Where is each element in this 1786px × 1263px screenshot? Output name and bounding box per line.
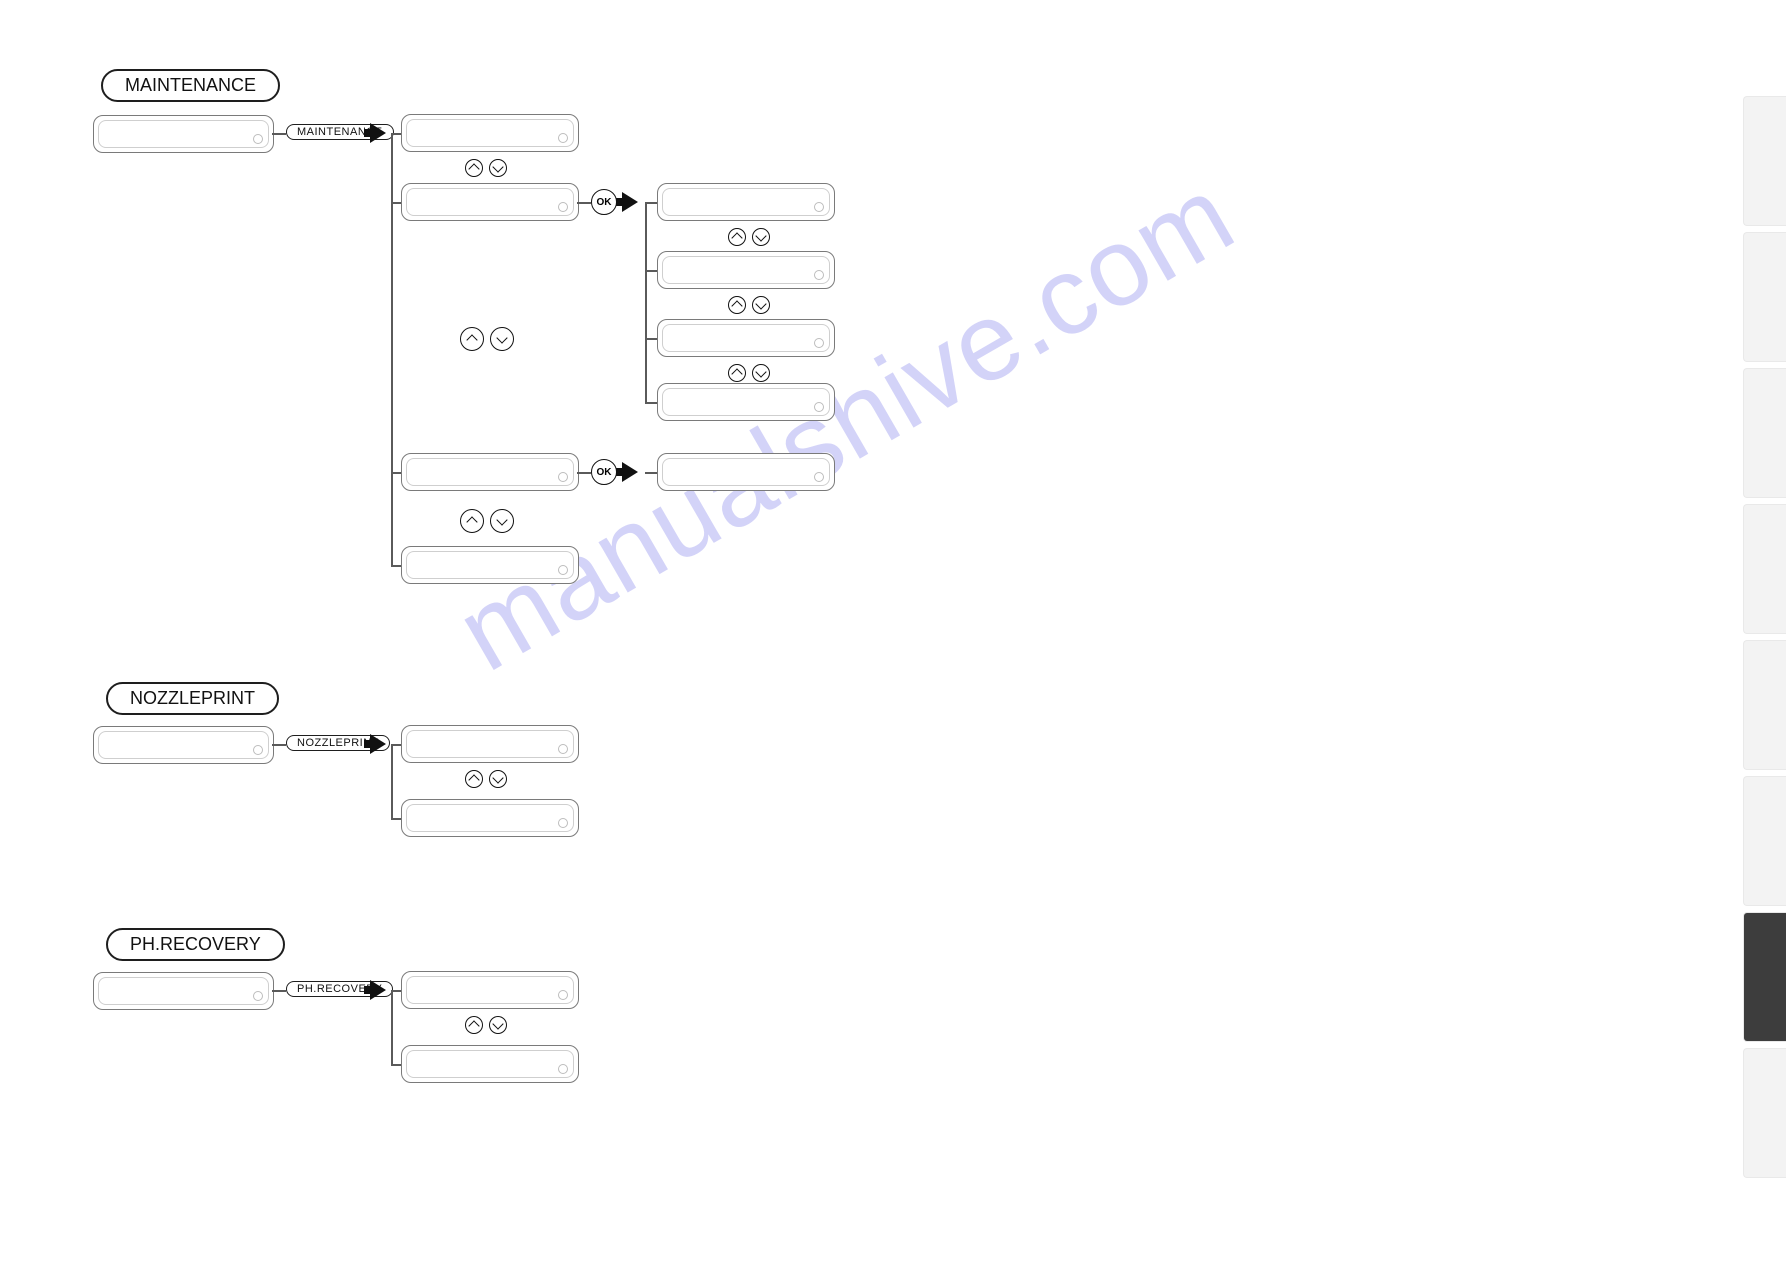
lcd-box [401,114,579,152]
ok-button[interactable]: OK [591,459,617,485]
heading-maintenance: MAINTENANCE [101,69,280,102]
side-tab[interactable] [1743,96,1786,226]
arrow-icon [622,192,638,212]
side-tab[interactable] [1743,232,1786,362]
arrow-icon [622,462,638,482]
side-tab[interactable] [1743,504,1786,634]
updown-icon[interactable] [460,509,514,533]
updown-icon[interactable] [460,327,514,351]
lcd-box [401,799,579,837]
updown-icon[interactable] [728,296,770,314]
arrow-icon [370,123,386,143]
watermark: manualshive.com [437,151,1255,696]
lcd-box [401,453,579,491]
updown-icon[interactable] [728,364,770,382]
lcd-box [401,546,579,584]
lcd-box [657,383,835,421]
lcd-box [657,251,835,289]
side-tab[interactable] [1743,368,1786,498]
heading-nozzleprint: NOZZLEPRINT [106,682,279,715]
lcd-box [657,453,835,491]
lcd-box [657,183,835,221]
updown-icon[interactable] [465,1016,507,1034]
updown-icon[interactable] [465,159,507,177]
lcd-box [401,183,579,221]
ok-button[interactable]: OK [591,189,617,215]
arrow-icon [370,980,386,1000]
updown-icon[interactable] [465,770,507,788]
side-tab[interactable] [1743,776,1786,906]
lcd-box [93,972,274,1010]
lcd-box [657,319,835,357]
arrow-icon [370,734,386,754]
heading-phrecovery: PH.RECOVERY [106,928,285,961]
side-tabs [1743,96,1786,1178]
side-tab[interactable] [1743,1048,1786,1178]
lcd-box [93,726,274,764]
lcd-box [401,971,579,1009]
side-tab-active[interactable] [1743,912,1786,1042]
lcd-box [401,725,579,763]
lcd-box [401,1045,579,1083]
updown-icon[interactable] [728,228,770,246]
side-tab[interactable] [1743,640,1786,770]
lcd-box [93,115,274,153]
